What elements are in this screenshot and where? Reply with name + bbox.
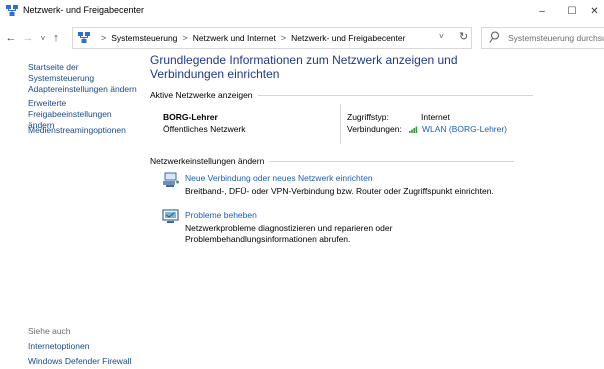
troubleshoot-link[interactable]: Probleme beheben — [185, 210, 257, 220]
breadcrumb-netzwerk-und-internet[interactable]: Netzwerk und Internet — [193, 33, 276, 43]
network-center-icon — [78, 32, 90, 43]
section-heading: Aktive Netzwerke anzeigen — [150, 90, 253, 100]
wlan-connection-label: WLAN (BORG-Lehrer) — [422, 124, 508, 134]
new-connection-link[interactable]: Neue Verbindung oder neues Netzwerk einr… — [185, 173, 373, 183]
network-category: Öffentliches Netzwerk — [163, 124, 246, 134]
breadcrumb-separator: > — [101, 33, 107, 43]
forward-button[interactable]: → — [21, 30, 35, 46]
breadcrumb: > Systemsteuerung > Netzwerk und Interne… — [73, 28, 405, 48]
section-heading: Netzwerkeinstellungen ändern — [150, 156, 265, 166]
back-button[interactable]: ← — [4, 30, 18, 46]
page-title: Grundlegende Informationen zum Netzwerk … — [150, 53, 458, 81]
refresh-button[interactable]: ↻ — [459, 30, 468, 43]
wifi-signal-icon — [409, 126, 418, 133]
search-icon — [489, 31, 499, 43]
close-button[interactable]: ✕ — [585, 0, 604, 22]
access-type-value: Internet — [421, 112, 450, 122]
network-name: BORG-Lehrer — [163, 112, 218, 122]
breadcrumb-freigabecenter[interactable]: Netzwerk- und Freigabecenter — [291, 33, 405, 43]
link-medienstreamingoptionen[interactable]: Medienstreamingoptionen — [28, 125, 126, 136]
address-dropdown-button[interactable]: ˅ — [439, 32, 444, 41]
wlan-connection-link[interactable]: WLAN (BORG-Lehrer) — [409, 124, 507, 134]
breadcrumb-separator: > — [280, 33, 287, 43]
divider — [257, 94, 533, 96]
link-internetoptionen[interactable]: Internetoptionen — [28, 341, 89, 352]
troubleshoot-icon — [162, 209, 179, 223]
troubleshoot-description: Netzwerkprobleme diagnostizieren und rep… — [185, 223, 393, 244]
left-pane: Startseite der Systemsteuerung Adapterei… — [0, 52, 142, 369]
breadcrumb-systemsteuerung[interactable]: Systemsteuerung — [111, 33, 177, 43]
new-connection-description: Breitband-, DFÜ- oder VPN-Verbindung bzw… — [185, 186, 494, 196]
maximize-button[interactable]: ☐ — [557, 0, 587, 22]
recent-locations-button[interactable]: ˅ — [36, 30, 50, 46]
active-networks-section: Aktive Netzwerke anzeigen — [150, 90, 533, 100]
search-placeholder: Systemsteuerung durchsuchen — [508, 33, 604, 43]
up-button[interactable]: ↑ — [49, 30, 63, 46]
divider — [340, 104, 341, 144]
link-startseite[interactable]: Startseite der Systemsteuerung — [28, 62, 142, 84]
connections-label: Verbindungen: — [347, 124, 402, 134]
link-adaptereinstellungen[interactable]: Adaptereinstellungen ändern — [28, 84, 137, 95]
address-bar[interactable]: > Systemsteuerung > Netzwerk und Interne… — [72, 27, 472, 49]
minimize-button[interactable]: – — [527, 0, 557, 22]
see-also-heading: Siehe auch — [28, 326, 71, 336]
change-settings-section: Netzwerkeinstellungen ändern — [150, 156, 515, 166]
window-title: Netzwerk- und Freigabecenter — [23, 5, 145, 15]
address-row: ← → ˅ ↑ > Systemsteuerung > Netzwerk und… — [0, 27, 604, 49]
divider — [269, 160, 515, 162]
new-connection-icon — [163, 172, 179, 187]
access-type-label: Zugriffstyp: — [347, 112, 389, 122]
network-center-icon — [6, 5, 18, 16]
breadcrumb-separator: > — [182, 33, 188, 43]
title-bar: Netzwerk- und Freigabecenter – ☐ ✕ — [0, 0, 604, 22]
link-windows-defender-firewall[interactable]: Windows Defender Firewall — [28, 356, 131, 367]
search-input[interactable]: Systemsteuerung durchsuchen — [481, 27, 604, 49]
